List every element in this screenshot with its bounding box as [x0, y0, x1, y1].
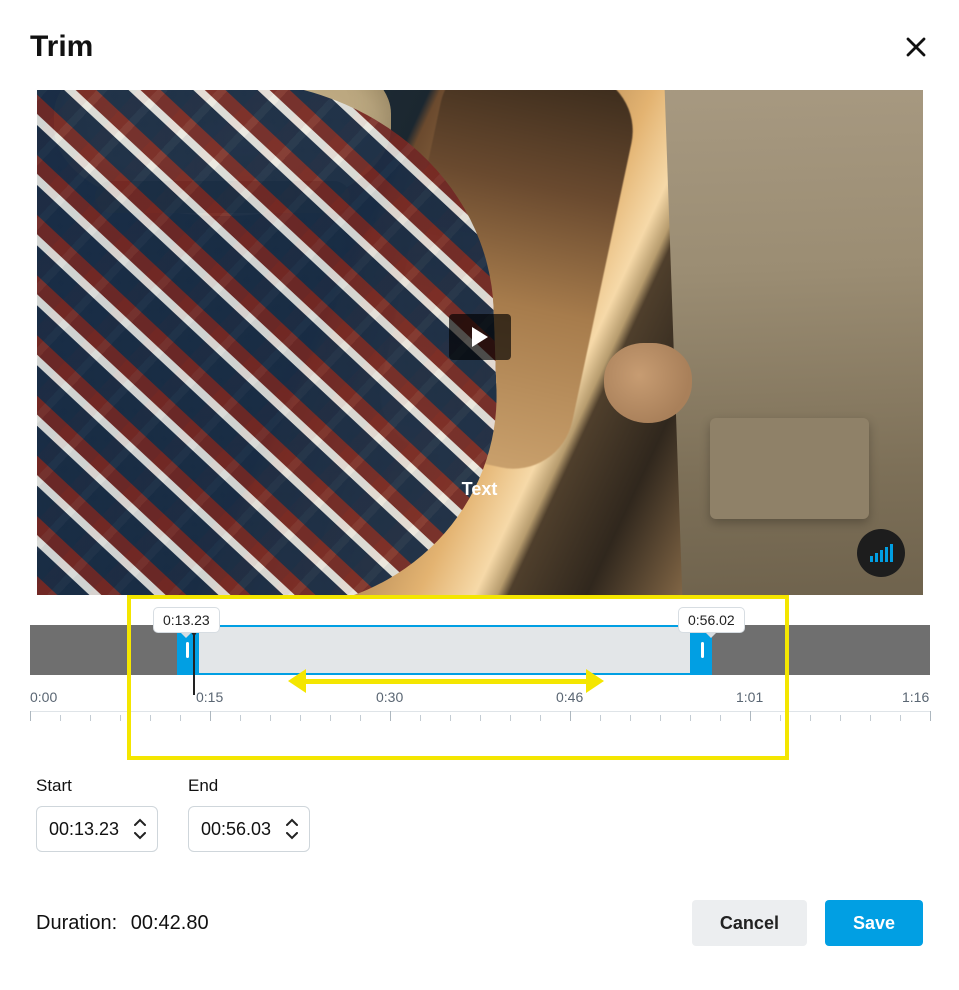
end-label: End — [188, 776, 310, 796]
play-icon — [470, 326, 490, 348]
duration-display: Duration: 00:42.80 — [36, 912, 209, 935]
time-inputs: Start 00:13.23 End 00:56.03 — [30, 776, 929, 852]
save-button[interactable]: Save — [825, 900, 923, 946]
timeline: 0:13.23 0:56.02 0:000:150:300:461:011:16 — [30, 625, 930, 721]
play-button[interactable] — [449, 314, 511, 360]
start-input[interactable]: 00:13.23 — [36, 806, 158, 852]
playhead[interactable] — [193, 633, 195, 695]
start-step-up[interactable] — [131, 815, 149, 829]
time-ruler: 0:00 0:15 0:30 0:46 1:01 1:16 — [30, 689, 930, 721]
duration-label: Duration: — [36, 912, 117, 934]
duration-value: 00:42.80 — [131, 912, 209, 934]
end-input[interactable]: 00:56.03 — [188, 806, 310, 852]
ruler-label: 0:15 — [196, 689, 223, 705]
close-button[interactable] — [903, 34, 929, 60]
drag-hint-arrow — [288, 675, 604, 687]
end-field: End 00:56.03 — [188, 776, 310, 852]
close-icon — [905, 36, 927, 58]
chevron-up-icon — [286, 818, 298, 826]
start-time-tooltip: 0:13.23 — [153, 607, 220, 633]
start-value: 00:13.23 — [49, 819, 127, 840]
chevron-down-icon — [286, 832, 298, 840]
start-label: Start — [36, 776, 158, 796]
modal-footer: Duration: 00:42.80 Cancel Save — [30, 900, 929, 946]
start-field: Start 00:13.23 — [36, 776, 158, 852]
audio-bars-icon — [869, 544, 893, 562]
video-preview[interactable]: Text — [37, 90, 923, 595]
modal-title: Trim — [30, 30, 93, 64]
end-time-tooltip: 0:56.02 — [678, 607, 745, 633]
ruler-label: 0:30 — [376, 689, 403, 705]
start-step-down[interactable] — [131, 829, 149, 843]
ruler-label: 0:00 — [30, 689, 57, 705]
end-step-up[interactable] — [283, 815, 301, 829]
end-value: 00:56.03 — [201, 819, 279, 840]
ruler-label: 0:46 — [556, 689, 583, 705]
action-buttons: Cancel Save — [692, 900, 923, 946]
end-step-down[interactable] — [283, 829, 301, 843]
chevron-down-icon — [134, 832, 146, 840]
chevron-up-icon — [134, 818, 146, 826]
trim-modal: Trim Text 0:13.23 0:56.02 — [0, 0, 959, 990]
video-text-overlay: Text — [462, 479, 498, 500]
modal-header: Trim — [30, 30, 929, 64]
ruler-label: 1:16 — [902, 689, 929, 705]
ruler-label: 1:01 — [736, 689, 763, 705]
selection-range[interactable] — [197, 625, 692, 675]
cancel-button[interactable]: Cancel — [692, 900, 807, 946]
audio-levels-button[interactable] — [857, 529, 905, 577]
